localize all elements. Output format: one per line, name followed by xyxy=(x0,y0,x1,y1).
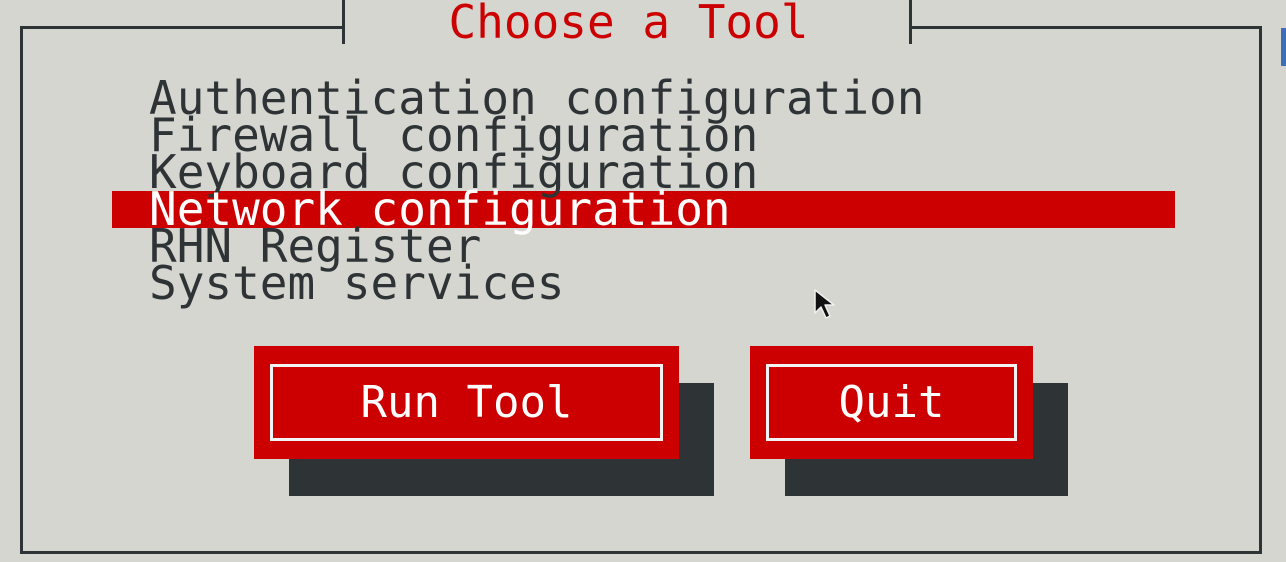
dialog-title: Choose a Tool xyxy=(448,0,809,49)
title-cap-right xyxy=(909,0,912,44)
frame-left xyxy=(20,26,23,554)
frame-right xyxy=(1259,26,1262,554)
tool-item-system-services[interactable]: System services xyxy=(112,260,1175,306)
window-edge-strip xyxy=(1281,28,1286,66)
quit-button[interactable]: Quit xyxy=(750,346,1033,459)
run-tool-button[interactable]: Run Tool xyxy=(254,346,679,459)
frame-bottom xyxy=(20,551,1262,554)
mouse-pointer-icon xyxy=(814,289,835,319)
frame-top-left xyxy=(20,26,344,29)
quit-button-label: Quit xyxy=(838,377,945,428)
frame-top-right xyxy=(912,26,1262,29)
title-cap-left xyxy=(342,0,345,44)
tool-list[interactable]: Authentication configuration Firewall co… xyxy=(112,75,1175,306)
run-tool-button-label: Run Tool xyxy=(360,377,573,428)
